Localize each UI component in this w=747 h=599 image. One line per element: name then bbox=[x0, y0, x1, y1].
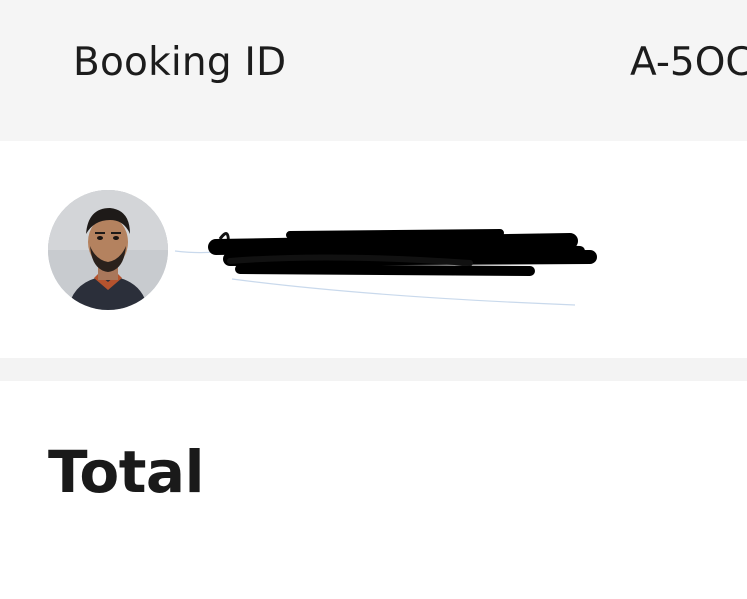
booking-id-row: Booking ID A-5OC bbox=[0, 0, 747, 141]
booking-id-value: A-5OC bbox=[630, 40, 747, 85]
redacted-driver-name bbox=[170, 217, 600, 317]
driver-photo-icon bbox=[48, 190, 168, 310]
total-label: Total bbox=[48, 438, 204, 506]
booking-detail-screen: Booking ID A-5OC Total bbox=[0, 0, 747, 599]
avatar bbox=[48, 190, 168, 310]
booking-id-label: Booking ID bbox=[73, 40, 287, 85]
redaction-scribble bbox=[174, 229, 597, 306]
driver-row bbox=[0, 141, 747, 358]
section-divider bbox=[0, 358, 747, 381]
